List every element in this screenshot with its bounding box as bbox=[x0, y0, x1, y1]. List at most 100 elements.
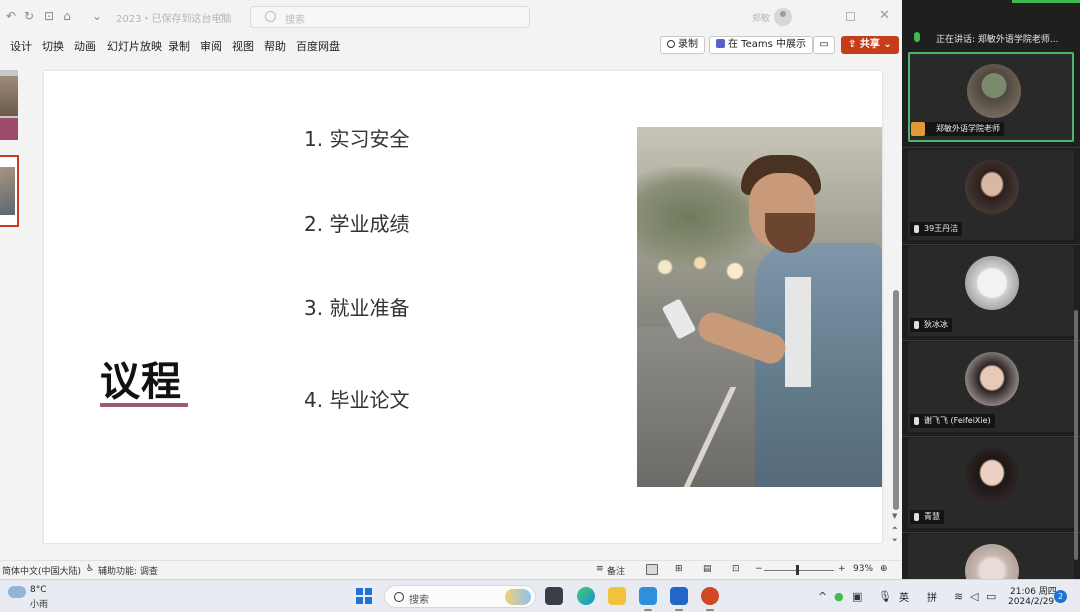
zoom-in-icon[interactable]: + bbox=[838, 564, 846, 574]
ribbon-tabs: 设计 切换 动画 幻灯片放映 录制 审阅 视图 帮助 百度网盘 录制 在 Tea… bbox=[0, 34, 902, 58]
slide-thumbnail-1[interactable] bbox=[0, 70, 18, 140]
zoom-level[interactable]: 93% bbox=[853, 564, 873, 574]
taskbar-search[interactable]: 搜索 bbox=[384, 585, 536, 608]
tab-help[interactable]: 帮助 bbox=[264, 38, 286, 54]
customize-toolbar-icon[interactable]: ⌄ bbox=[90, 9, 104, 23]
wifi-icon[interactable]: ≋ bbox=[954, 590, 963, 603]
weather-icon[interactable] bbox=[8, 586, 26, 598]
agenda-item-4[interactable]: 4. 毕业论文 bbox=[304, 384, 409, 413]
document-title[interactable]: 2023・已保存到这台电脑 bbox=[116, 10, 231, 25]
user-name[interactable]: 郑敏 bbox=[752, 11, 770, 24]
title-bar: ↶ ↻ ⊡ ⌂ ⌄ 2023・已保存到这台电脑 ⌄ 搜索 郑敏 ✕ bbox=[0, 0, 902, 34]
search-icon bbox=[265, 11, 276, 22]
tab-review[interactable]: 审阅 bbox=[200, 38, 222, 54]
zoom-out-icon[interactable]: − bbox=[755, 564, 763, 574]
redo-icon[interactable]: ↻ bbox=[22, 9, 36, 23]
present-in-teams-button[interactable]: 在 Teams 中展示 bbox=[709, 36, 813, 54]
tab-record[interactable]: 录制 bbox=[168, 38, 190, 54]
search-input[interactable]: 搜索 bbox=[250, 6, 530, 28]
clock-date[interactable]: 2024/2/29 bbox=[1008, 597, 1054, 607]
participant-tile[interactable] bbox=[908, 534, 1074, 579]
zoom-slider[interactable] bbox=[764, 570, 834, 571]
app-tray-icon[interactable]: ▣ bbox=[852, 590, 862, 603]
tab-design[interactable]: 设计 bbox=[10, 38, 32, 54]
slide[interactable]: 议程 1. 实习安全 2. 学业成绩 3. 就业准备 4. 毕业论文 bbox=[44, 71, 882, 543]
home-icon[interactable]: ⌂ bbox=[60, 9, 74, 23]
search-icon bbox=[394, 592, 404, 602]
slide-title[interactable]: 议程 bbox=[100, 349, 182, 407]
start-button[interactable] bbox=[356, 588, 372, 604]
accessibility-status[interactable]: 辅助功能: 调查 bbox=[98, 564, 158, 577]
share-label: 共享 bbox=[859, 39, 880, 50]
notes-button[interactable]: 备注 bbox=[607, 564, 625, 577]
participant-name: 狄冰冰 bbox=[924, 320, 948, 329]
file-explorer-icon[interactable] bbox=[608, 587, 626, 605]
normal-view-icon[interactable] bbox=[646, 564, 658, 575]
maximize-icon[interactable] bbox=[846, 12, 855, 21]
participants-scrollbar[interactable] bbox=[1074, 310, 1078, 560]
chevron-up-icon[interactable]: ^ bbox=[818, 590, 827, 603]
ime-mode[interactable]: 拼 bbox=[927, 589, 937, 604]
slide-thumbnail-2[interactable] bbox=[0, 155, 19, 227]
tab-transitions[interactable]: 切换 bbox=[42, 38, 64, 54]
search-highlight-icon bbox=[505, 589, 531, 605]
title-underline bbox=[100, 403, 188, 407]
wechat-icon[interactable]: ● bbox=[834, 590, 844, 603]
volume-icon[interactable]: ◁ bbox=[970, 590, 978, 603]
close-icon[interactable]: ✕ bbox=[879, 8, 890, 23]
status-bar: 简体中文(中国大陆) ♿ 辅助功能: 调查 ≡ 备注 ⊞ ▤ ⊡ − + 93%… bbox=[0, 560, 902, 579]
user-avatar[interactable] bbox=[774, 8, 792, 26]
prev-slide-icon[interactable]: ⏶ bbox=[892, 524, 898, 533]
tab-animations[interactable]: 动画 bbox=[74, 38, 96, 54]
avatar bbox=[965, 544, 1019, 579]
record-button[interactable]: 录制 bbox=[660, 36, 705, 54]
speaking-indicator: 正在讲话: 郑敏外语学院老师... bbox=[902, 28, 1080, 48]
taskbar-search-label: 搜索 bbox=[409, 595, 429, 606]
participant-tile[interactable]: 郑敏外语学院老师 bbox=[908, 52, 1074, 142]
vertical-scrollbar[interactable]: ▼ ⏶ ⏷ bbox=[890, 62, 902, 554]
participant-tile[interactable]: 39王丹洁 bbox=[908, 150, 1074, 240]
battery-icon[interactable]: ▭ bbox=[986, 590, 996, 603]
fit-slide-icon[interactable]: ⊕ bbox=[880, 564, 888, 574]
clock-time[interactable]: 21:06 周四 bbox=[1010, 584, 1057, 597]
slide-photo[interactable] bbox=[637, 127, 882, 487]
zoom-slider-thumb[interactable] bbox=[796, 565, 799, 575]
participant-name-tag: 青慧 bbox=[910, 510, 944, 524]
present-in-teams-label: 在 Teams 中展示 bbox=[728, 39, 806, 50]
tab-baidu-netdisk[interactable]: 百度网盘 bbox=[296, 38, 340, 54]
language-status[interactable]: 简体中文(中国大陆) bbox=[2, 564, 81, 577]
edge-icon[interactable] bbox=[577, 587, 595, 605]
chevron-down-icon[interactable]: ⌄ bbox=[218, 9, 226, 19]
photos-icon[interactable] bbox=[670, 587, 688, 605]
participant-name: 39王丹洁 bbox=[924, 224, 959, 233]
participant-tile[interactable]: 青慧 bbox=[908, 438, 1074, 528]
scroll-down-icon[interactable]: ▼ bbox=[892, 512, 897, 520]
reading-view-icon[interactable]: ▤ bbox=[703, 564, 712, 574]
mic-icon[interactable]: 🎙 bbox=[878, 590, 892, 603]
share-button[interactable]: ⇪ 共享 ⌄ bbox=[841, 36, 899, 54]
tab-view[interactable]: 视图 bbox=[232, 38, 254, 54]
agenda-item-1[interactable]: 1. 实习安全 bbox=[304, 123, 409, 152]
notification-badge[interactable]: 2 bbox=[1054, 590, 1067, 603]
snipping-tool-icon[interactable] bbox=[639, 587, 657, 605]
scrollbar-thumb[interactable] bbox=[893, 290, 899, 510]
present-icon[interactable]: ⊡ bbox=[42, 9, 56, 23]
undo-icon[interactable]: ↶ bbox=[4, 9, 18, 23]
avatar bbox=[965, 352, 1019, 406]
slide-sorter-icon[interactable]: ⊞ bbox=[675, 564, 683, 574]
ime-language[interactable]: 英 bbox=[899, 589, 909, 604]
weather-description[interactable]: 小雨 bbox=[30, 597, 48, 610]
task-view-icon[interactable] bbox=[545, 587, 563, 605]
next-slide-icon[interactable]: ⏷ bbox=[892, 536, 898, 545]
agenda-item-3[interactable]: 3. 就业准备 bbox=[304, 292, 409, 321]
mic-icon bbox=[914, 417, 919, 425]
slideshow-icon[interactable]: ⊡ bbox=[732, 564, 740, 574]
notes-icon: ≡ bbox=[596, 564, 604, 574]
weather-temperature[interactable]: 8°C bbox=[30, 585, 47, 595]
agenda-item-2[interactable]: 2. 学业成绩 bbox=[304, 208, 409, 237]
tab-slideshow[interactable]: 幻灯片放映 bbox=[107, 38, 162, 54]
participant-tile[interactable]: 谢飞飞 (FeifeiXie) bbox=[908, 342, 1074, 432]
powerpoint-icon[interactable] bbox=[701, 587, 719, 605]
comments-button[interactable]: ▭ bbox=[813, 36, 835, 54]
participant-tile[interactable]: 狄冰冰 bbox=[908, 246, 1074, 336]
